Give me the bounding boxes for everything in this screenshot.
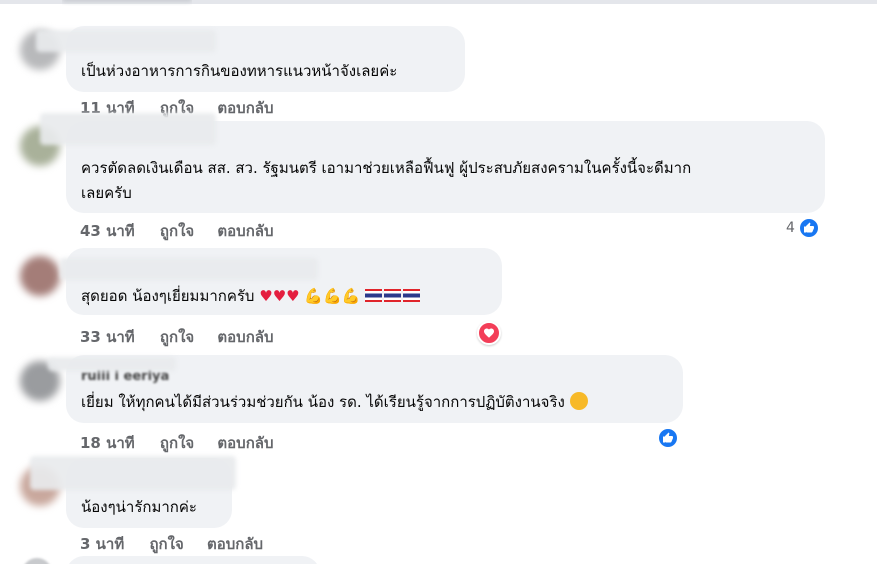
heart-emoji: ♥ — [286, 287, 300, 305]
comment-text: สุดยอด น้องๆเยี่ยมมากครับ — [81, 287, 255, 305]
comment-text-row: เยี่ยม ให้ทุกคนได้มีส่วนร่วมช่วยกัน น้อง… — [81, 391, 588, 413]
like-icon — [657, 427, 679, 449]
comment-text-line-1: ควรตัดลดเงินเดือน สส. สว. รัฐมนตรี เอามา… — [81, 159, 692, 177]
like-button[interactable]: ถูกใจ — [160, 328, 194, 346]
reaction-summary[interactable] — [477, 321, 501, 345]
comment-text: เยี่ยม ให้ทุกคนได้มีส่วนร่วมช่วยกัน น้อง… — [81, 393, 565, 411]
comment-text-line-2: เลยครับ — [81, 184, 132, 202]
comment-author-redacted[interactable] — [40, 113, 216, 145]
comment-time[interactable]: 18 นาที — [80, 434, 135, 452]
reply-button[interactable]: ตอบกลับ — [217, 99, 273, 117]
comment-author-redacted[interactable] — [36, 30, 216, 52]
comment-actions: 3 นาที ถูกใจ ตอบกลับ — [80, 532, 281, 556]
comment-text: น้องๆน่ารักมากค่ะ — [81, 498, 197, 516]
flexed-biceps-emoji: 💪 — [341, 287, 361, 305]
comment-actions: 43 นาที ถูกใจ ตอบกลับ — [80, 219, 292, 243]
reaction-summary[interactable] — [657, 427, 679, 449]
heart-emoji: ♥ — [259, 287, 273, 305]
comment-text-row: สุดยอด น้องๆเยี่ยมมากครับ ♥♥♥ 💪💪💪 — [81, 285, 422, 307]
thailand-flag-emoji — [403, 289, 421, 302]
comment-actions: 18 นาที ถูกใจ ตอบกลับ — [80, 431, 292, 455]
comment-bubble: เป็นห่วงอาหารการกินของทหารแนวหน้าจังเลยค… — [36, 26, 465, 92]
like-button[interactable]: ถูกใจ — [160, 222, 194, 240]
comment-author-redacted[interactable] — [48, 357, 176, 371]
reply-button[interactable]: ตอบกลับ — [207, 535, 263, 553]
reply-button[interactable]: ตอบกลับ — [217, 328, 273, 346]
thailand-flag-emoji — [365, 289, 383, 302]
comment-bubble: ควรตัดลดเงินเดือน สส. สว. รัฐมนตรี เอามา… — [40, 113, 825, 213]
comment-time[interactable]: 3 นาที — [80, 535, 124, 553]
comment-author-redacted[interactable] — [30, 456, 236, 490]
comment-actions: 33 นาที ถูกใจ ตอบกลับ — [80, 325, 292, 349]
like-button[interactable]: ถูกใจ — [160, 434, 194, 452]
comment-author-redacted[interactable] — [60, 258, 318, 280]
flexed-biceps-emoji: 💪 — [304, 287, 324, 305]
comment-time[interactable]: 33 นาที — [80, 328, 135, 346]
previous-comment-fragment — [62, 0, 192, 6]
love-icon — [477, 321, 501, 345]
reaction-summary[interactable]: 4 — [786, 217, 820, 239]
comment-author[interactable]: ruiii i eeriya — [81, 369, 169, 384]
comment-text: เป็นห่วงอาหารการกินของทหารแนวหน้าจังเลยค… — [81, 62, 398, 80]
reaction-count: 4 — [786, 220, 795, 236]
clapping-hands-emoji — [569, 392, 588, 410]
comment-time[interactable]: 43 นาที — [80, 222, 135, 240]
avatar[interactable] — [22, 558, 52, 564]
thailand-flag-emoji — [384, 289, 402, 302]
reply-button[interactable]: ตอบกลับ — [217, 434, 273, 452]
flexed-biceps-emoji: 💪 — [323, 287, 342, 305]
heart-emoji: ♥ — [272, 287, 287, 305]
comment-bubble: สุดยอด น้องๆเยี่ยมมากครับ ♥♥♥ 💪💪💪 — [60, 248, 502, 315]
comment-bubble — [66, 556, 320, 564]
like-button[interactable]: ถูกใจ — [149, 535, 183, 553]
avatar[interactable] — [20, 256, 60, 296]
comment-thread: เป็นห่วงอาหารการกินของทหารแนวหน้าจังเลยค… — [0, 0, 877, 564]
like-icon — [797, 217, 820, 239]
comment-bubble: น้องๆน่ารักมากค่ะ — [30, 456, 236, 528]
reply-button[interactable]: ตอบกลับ — [217, 222, 273, 240]
comment-bubble: ruiii i eeriya เยี่ยม ให้ทุกคนได้มีส่วนร… — [48, 355, 683, 423]
